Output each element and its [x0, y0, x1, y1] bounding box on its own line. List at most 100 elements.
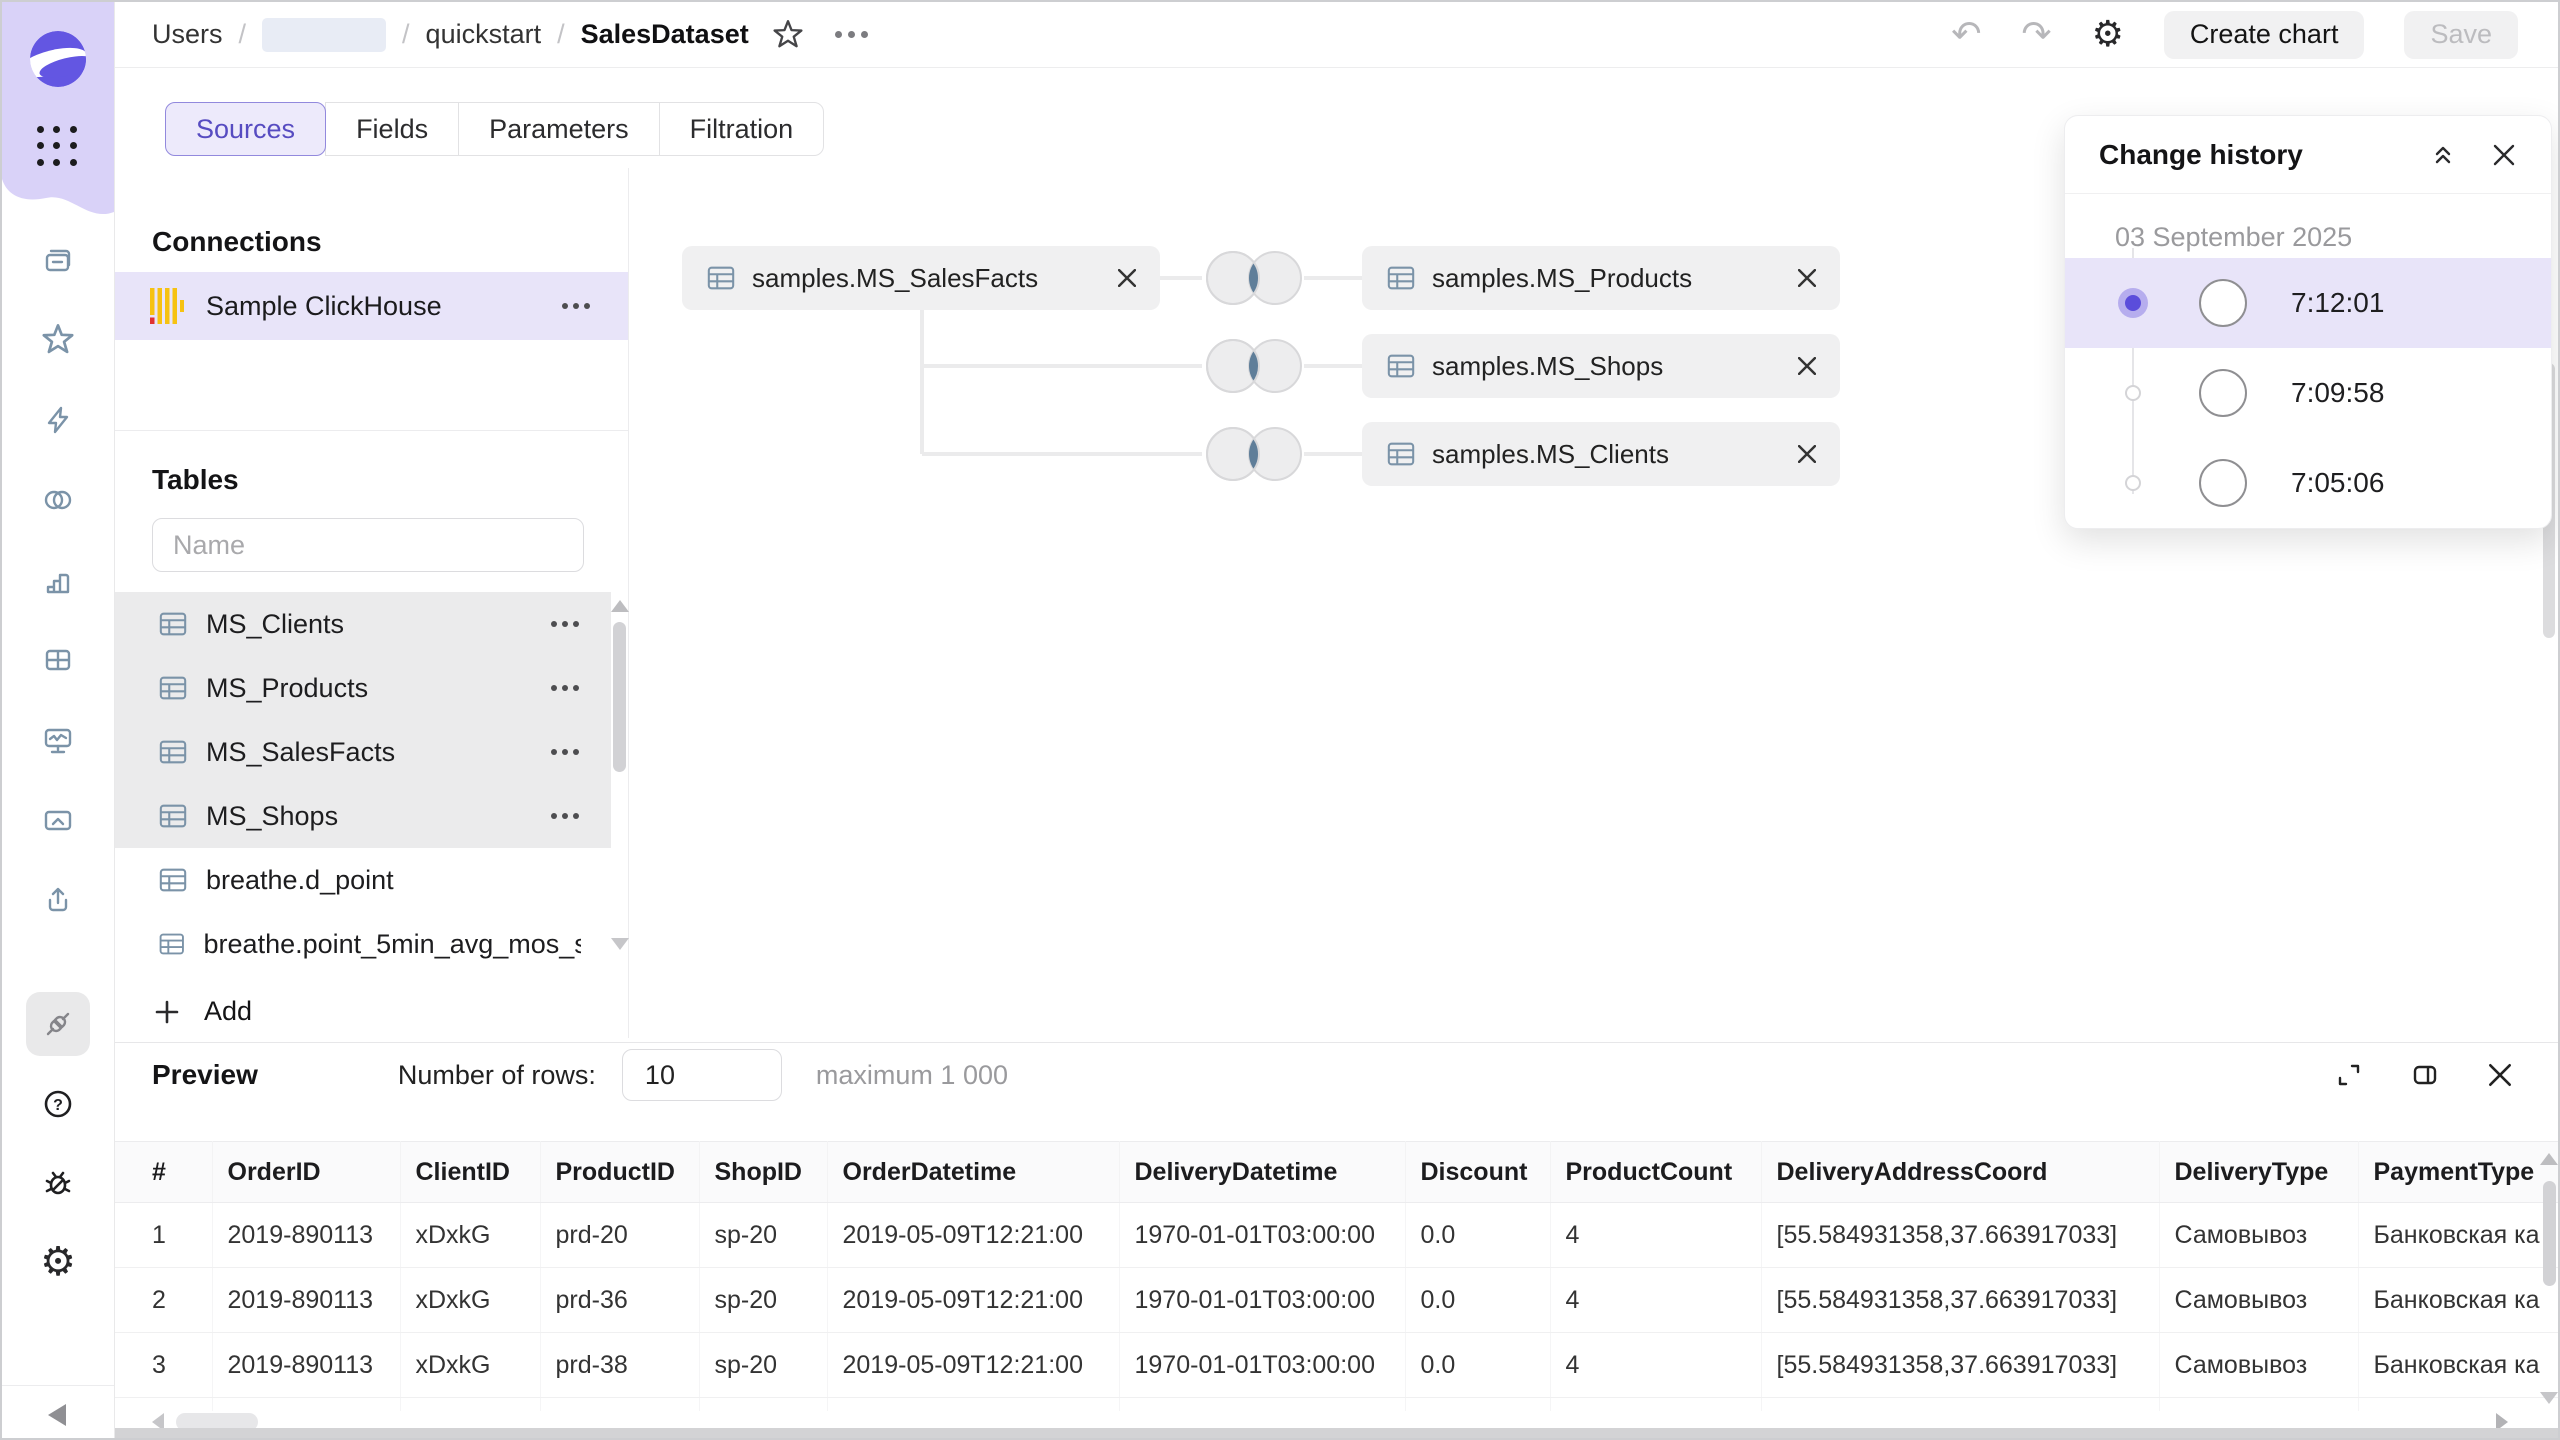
row-menu-icon[interactable] — [549, 805, 581, 827]
history-radio-icon[interactable] — [2118, 288, 2148, 318]
scroll-down-icon[interactable] — [2540, 1392, 2558, 1404]
table-list-item[interactable]: breathe.d_point — [114, 848, 611, 912]
history-entry[interactable]: 7:12:01 — [2065, 258, 2551, 348]
source-label: samples.MS_Clients — [1432, 439, 1669, 470]
add-table-button[interactable]: Add — [152, 996, 252, 1027]
tab-filtration[interactable]: Filtration — [659, 102, 825, 156]
history-radio-icon[interactable] — [2125, 475, 2141, 491]
table-cell: [55.584931358,37.663917033] — [1761, 1203, 2159, 1268]
rows-count-input[interactable] — [622, 1049, 782, 1101]
table-search-input[interactable] — [152, 518, 584, 572]
tables-scrollbar[interactable] — [612, 600, 627, 950]
history-entry-time: 7:12:01 — [2291, 287, 2384, 319]
charts-icon[interactable] — [40, 564, 76, 600]
table-cell: 2019-05-09T12:21:00 — [827, 1268, 1119, 1333]
collapse-panel-chevrons-icon[interactable] — [2429, 141, 2457, 169]
remove-table-icon[interactable] — [1798, 445, 1816, 463]
source-node-joined[interactable]: samples.MS_Shops — [1362, 334, 1840, 398]
row-menu-icon[interactable] — [549, 613, 581, 635]
collapse-sidebar-arrow[interactable] — [48, 1404, 66, 1426]
split-view-icon[interactable] — [2410, 1060, 2440, 1090]
dashboards-icon[interactable] — [40, 642, 76, 678]
change-history-header: Change history — [2065, 116, 2551, 194]
close-preview-icon[interactable] — [2486, 1061, 2514, 1089]
table-cell: Банковская ка — [2358, 1333, 2560, 1398]
connection-menu-icon[interactable] — [560, 295, 592, 317]
remove-table-icon[interactable] — [1118, 269, 1136, 287]
quick-actions-bolt-icon[interactable] — [40, 402, 76, 438]
history-entry[interactable]: 7:05:06 — [2065, 438, 2551, 528]
connection-item-sample-clickhouse[interactable]: Sample ClickHouse — [114, 272, 628, 340]
monitoring-icon[interactable] — [40, 722, 76, 758]
close-history-icon[interactable] — [2491, 142, 2517, 168]
history-entry[interactable]: 7:09:58 — [2065, 348, 2551, 438]
connections-plug-icon[interactable] — [40, 1006, 76, 1042]
scrollbar-thumb[interactable] — [2543, 1181, 2556, 1286]
scroll-up-icon[interactable] — [611, 600, 629, 612]
favorite-star-button[interactable] — [771, 18, 805, 52]
source-node-joined[interactable]: samples.MS_Clients — [1362, 422, 1840, 486]
join-connector-lines — [630, 168, 1730, 668]
clickhouse-icon — [150, 288, 184, 324]
expand-preview-icon[interactable] — [2334, 1060, 2364, 1090]
column-header: ClientID — [400, 1142, 540, 1203]
apps-grid-icon[interactable] — [37, 126, 79, 168]
save-button[interactable]: Save — [2404, 11, 2518, 59]
settings-gear-icon[interactable]: ⚙ — [40, 1242, 76, 1278]
column-header: ProductCount — [1550, 1142, 1761, 1203]
inner-join-icon[interactable] — [1200, 330, 1308, 402]
table-list-item[interactable]: MS_Products — [114, 656, 611, 720]
tab-parameters[interactable]: Parameters — [458, 102, 660, 156]
source-node-joined[interactable]: samples.MS_Products — [1362, 246, 1840, 310]
table-cell: sp-20 — [699, 1203, 827, 1268]
collections-icon[interactable] — [40, 242, 76, 278]
tab-fields[interactable]: Fields — [325, 102, 459, 156]
source-node-root[interactable]: samples.MS_SalesFacts — [682, 246, 1160, 310]
preview-table: #OrderIDClientIDProductIDShopIDOrderDate… — [114, 1141, 2560, 1415]
help-icon[interactable]: ? — [40, 1086, 76, 1122]
export-upload-icon[interactable] — [40, 882, 76, 918]
breadcrumb-separator: / — [557, 19, 565, 50]
preview-header: Preview Number of rows: maximum 1 000 — [114, 1043, 2558, 1107]
table-cell: 1 — [114, 1203, 212, 1268]
breadcrumb-users[interactable]: Users — [152, 19, 223, 50]
breadcrumb-quickstart[interactable]: quickstart — [426, 19, 542, 50]
breadcrumb-redacted-item[interactable] — [262, 18, 386, 52]
sidebar-footer-divider — [2, 1385, 114, 1386]
preview-panel: Preview Number of rows: maximum 1 000 #O… — [114, 1042, 2558, 1438]
table-list-item[interactable]: MS_Shops — [114, 784, 611, 848]
favorites-star-icon[interactable] — [40, 322, 76, 358]
datalens-logo[interactable] — [30, 31, 86, 87]
row-menu-icon[interactable] — [549, 741, 581, 763]
table-icon — [1386, 351, 1416, 381]
scroll-down-icon[interactable] — [611, 938, 629, 950]
undo-icon[interactable]: ↶ — [1951, 17, 1981, 53]
history-date-group: 03 September 2025 — [2115, 222, 2352, 253]
inner-join-icon[interactable] — [1200, 418, 1308, 490]
history-radio-icon[interactable] — [2125, 385, 2141, 401]
redo-icon[interactable]: ↷ — [2021, 17, 2051, 53]
column-header: ProductID — [540, 1142, 699, 1203]
table-cell: Банковская ка — [2358, 1203, 2560, 1268]
row-menu-icon[interactable] — [549, 677, 581, 699]
remove-table-icon[interactable] — [1798, 357, 1816, 375]
table-list-item[interactable]: breathe.point_5min_avg_mos_s… — [114, 912, 611, 976]
table-list-item[interactable]: MS_SalesFacts — [114, 720, 611, 784]
dataset-settings-gear-icon[interactable]: ⚙ — [2092, 17, 2124, 53]
create-chart-button[interactable]: Create chart — [2164, 11, 2365, 59]
scrollbar-thumb[interactable] — [613, 622, 626, 772]
column-header: DeliveryAddressCoord — [1761, 1142, 2159, 1203]
preview-vscrollbar[interactable] — [2542, 1147, 2556, 1378]
table-icon — [158, 737, 188, 767]
scroll-up-icon[interactable] — [2540, 1153, 2558, 1165]
inner-join-icon[interactable] — [1200, 242, 1308, 314]
storage-folder-icon[interactable] — [40, 802, 76, 838]
remove-table-icon[interactable] — [1798, 269, 1816, 287]
source-label: samples.MS_SalesFacts — [752, 263, 1038, 294]
tab-sources[interactable]: Sources — [165, 102, 326, 156]
more-actions-icon[interactable] — [835, 31, 868, 38]
table-list-item[interactable]: MS_Clients — [114, 592, 611, 656]
table-icon — [158, 801, 188, 831]
datasets-icon[interactable] — [40, 482, 76, 518]
debug-bug-icon[interactable] — [40, 1166, 76, 1202]
